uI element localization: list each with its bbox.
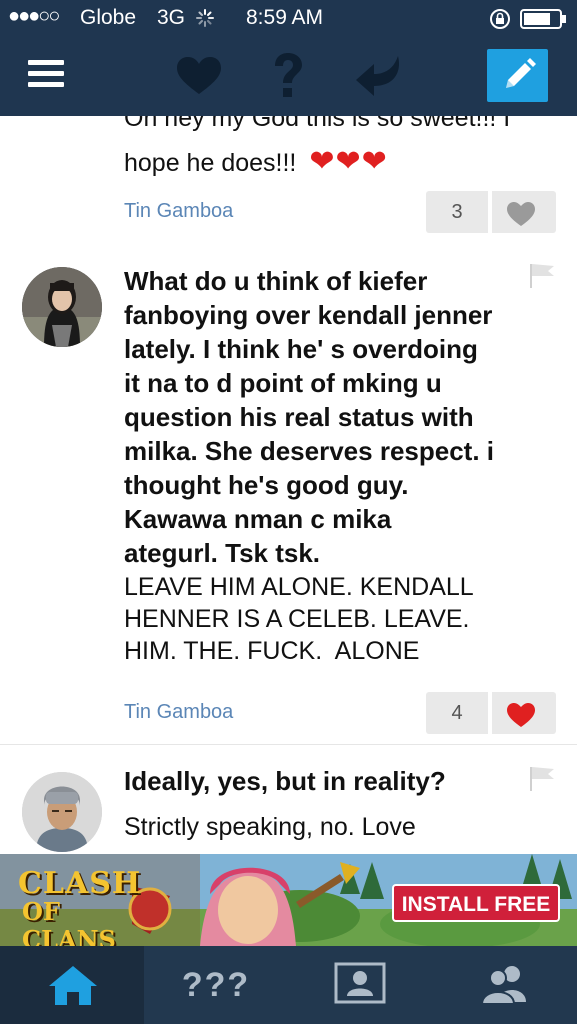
network-type: 3G xyxy=(157,6,186,29)
carrier-name: Globe xyxy=(80,6,137,29)
question-line: ategurl. Tsk tsk. xyxy=(124,538,321,568)
question-line: it na to d point of mking u xyxy=(124,368,442,398)
question-line: milka. She deserves respect. i xyxy=(124,436,494,466)
question-text: What do u think of kiefer fanboying over… xyxy=(124,264,544,570)
pencil-icon xyxy=(506,58,536,88)
like-count: 3 xyxy=(451,201,463,223)
feed[interactable]: Oh hey my God this is so sweet!!! I hope… xyxy=(0,116,577,854)
heart-icon[interactable] xyxy=(176,56,222,96)
question-card: What do u think of kiefer fanboying over… xyxy=(0,244,577,745)
signal-strength: ●●●○○ xyxy=(8,5,60,27)
question-line: question his real status with xyxy=(124,402,474,432)
friends-icon xyxy=(480,966,526,1004)
author-link[interactable]: Tin Gamboa xyxy=(124,200,233,223)
question-line: Ideally, yes, but in reality? xyxy=(124,766,446,796)
question-line: lately. I think he' s overdoing xyxy=(124,334,478,364)
answer-text: LEAVE HIM ALONE. KENDALL HENNER IS A CEL… xyxy=(124,571,554,667)
clock: 8:59 AM xyxy=(246,6,324,29)
question-line: Kawawa nman c mika xyxy=(124,504,392,534)
rotation-lock-icon xyxy=(490,9,510,29)
like-count: 4 xyxy=(451,702,463,724)
menu-icon[interactable] xyxy=(28,59,64,89)
author-link[interactable]: Tin Gamboa xyxy=(124,701,233,724)
ad-title-line: OF CLANS xyxy=(22,897,116,947)
reply-icon[interactable] xyxy=(354,54,404,98)
answer-line: Oh hey my God this is so sweet!!! I xyxy=(124,116,511,132)
answer-line: LEAVE HIM ALONE. KENDALL xyxy=(124,573,474,601)
tab-home[interactable] xyxy=(0,946,144,1024)
question-icon[interactable] xyxy=(270,52,306,100)
answer-line: Strictly speaking, no. Love xyxy=(124,813,416,841)
divider xyxy=(488,191,492,233)
heart-emojis: ❤❤❤ xyxy=(309,145,388,178)
answer-line: HIM. THE. FUCK. ALONE xyxy=(124,637,420,665)
compose-button[interactable] xyxy=(487,49,548,102)
ad-title-line: CLASH xyxy=(18,866,142,901)
home-icon xyxy=(49,966,97,1005)
bottom-tab-bar: ??? xyxy=(0,946,577,1024)
answer-line: HENNER IS A CELEB. LEAVE. xyxy=(124,605,470,633)
profile-icon xyxy=(334,962,386,1004)
ad-banner[interactable]: CLASH OF CLANS INSTALL FREE xyxy=(0,854,577,946)
tab-questions[interactable]: ??? xyxy=(144,946,288,1024)
heart-filled-icon xyxy=(507,703,535,727)
question-line: thought he's good guy. xyxy=(124,470,409,500)
avatar[interactable] xyxy=(22,772,102,852)
questions-label: ??? xyxy=(181,966,251,1004)
divider xyxy=(488,692,492,734)
answer-card: Oh hey my God this is so sweet!!! I hope… xyxy=(0,116,577,245)
heart-outline-icon xyxy=(507,202,535,226)
activity-spinner-icon xyxy=(196,9,214,27)
answer-text: hope he does!!! xyxy=(124,149,297,177)
avatar-image xyxy=(22,772,102,852)
top-nav-bar xyxy=(0,36,577,116)
question-card: Ideally, yes, but in reality? Strictly s… xyxy=(0,745,577,854)
install-button[interactable]: INSTALL FREE xyxy=(392,884,560,922)
answer-line: hope he does!!! ❤❤❤ xyxy=(124,146,544,179)
like-button[interactable]: 3 xyxy=(426,191,556,233)
question-line: What do u think of kiefer xyxy=(124,266,428,296)
tab-profile[interactable] xyxy=(288,946,432,1024)
status-bar: ●●●○○ Globe 3G 8:59 AM xyxy=(0,0,577,36)
like-button[interactable]: 4 xyxy=(426,692,556,734)
battery-icon xyxy=(520,9,566,29)
question-line: fanboying over kendall jenner xyxy=(124,300,493,330)
avatar-image xyxy=(22,267,102,347)
tab-friends[interactable] xyxy=(432,946,576,1024)
ad-game-title: CLASH OF CLANS xyxy=(18,866,142,947)
avatar[interactable] xyxy=(22,267,102,347)
